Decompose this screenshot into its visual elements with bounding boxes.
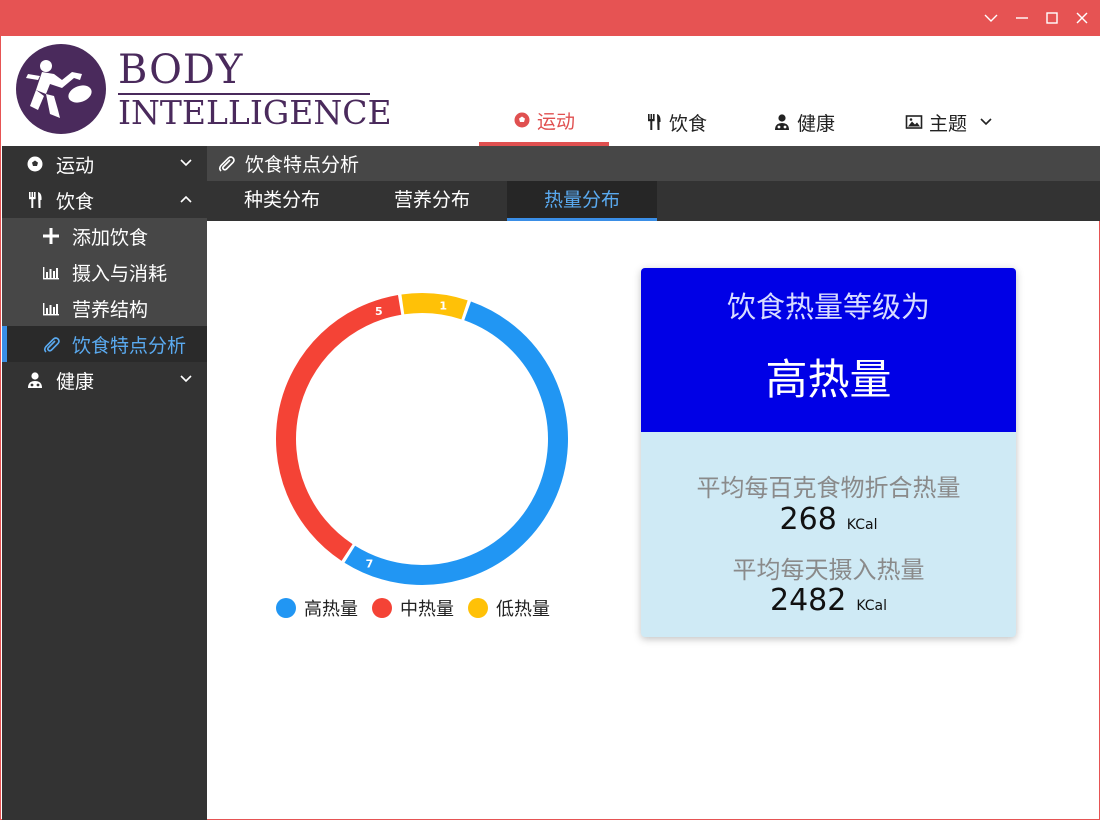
legend-dot <box>372 598 392 618</box>
app-header: BODY INTELLIGENCE 运动 饮食 健康 主题 <box>1 36 1100 146</box>
tab-bar: 种类分布 营养分布 热量分布 <box>207 181 1100 221</box>
sidebar-item-label: 摄入与消耗 <box>72 263 168 285</box>
logo-icon <box>16 44 106 134</box>
sidebar-item-sport[interactable]: 运动 <box>2 146 207 182</box>
paperclip-icon <box>218 156 235 172</box>
donut-slice-value-label: 5 <box>375 305 383 318</box>
topnav-diet-label: 饮食 <box>668 112 707 135</box>
logo-text-intelligence: INTELLIGENCE <box>118 93 392 132</box>
chart-legend: 高热量 中热量 低热量 <box>276 595 564 621</box>
donut-slice-value-label: 7 <box>366 557 374 570</box>
sidebar-item-add-diet[interactable]: 添加饮食 <box>2 218 207 254</box>
avg-daily-label: 平均每天摄入热量 <box>732 556 925 584</box>
legend-item-low[interactable]: 低热量 <box>468 595 550 621</box>
image-icon <box>905 115 923 129</box>
donut-chart: 7 5 1 <box>207 221 627 641</box>
soccer-ball-icon <box>514 112 530 128</box>
avg-per-100g-unit: KCal <box>846 517 878 533</box>
topnav-health-label: 健康 <box>796 112 835 135</box>
donut-slice-value-label: 1 <box>439 300 447 313</box>
chevron-down-icon[interactable] <box>982 9 1000 27</box>
sidebar-item-label: 运动 <box>56 155 95 177</box>
paperclip-icon <box>43 337 60 353</box>
topnav-sport-label: 运动 <box>536 110 575 133</box>
calorie-level-panel: 饮食热量等级为 高热量 <box>641 268 1016 432</box>
tab-category[interactable]: 种类分布 <box>207 181 357 221</box>
donut-slice[interactable] <box>276 294 402 561</box>
tab-nutrition[interactable]: 营养分布 <box>357 181 507 221</box>
legend-label: 中热量 <box>400 599 454 620</box>
sidebar-item-label: 营养结构 <box>72 299 149 321</box>
bar-chart-icon <box>43 303 59 316</box>
minimize-icon[interactable] <box>1013 9 1031 27</box>
maximize-icon[interactable] <box>1043 9 1061 27</box>
topnav-theme-label: 主题 <box>928 112 967 135</box>
calorie-stats-panel: 平均每百克食物折合热量 268 KCal 平均每天摄入热量 2482 KCal <box>641 432 1016 637</box>
sidebar-item-label: 健康 <box>56 371 95 393</box>
sidebar-item-diet[interactable]: 饮食 <box>2 182 207 218</box>
utensils-icon <box>29 192 42 208</box>
sidebar-item-features[interactable]: 饮食特点分析 <box>2 326 207 362</box>
topnav-sport[interactable]: 运动 <box>479 98 609 146</box>
content-header: 饮食特点分析 <box>207 146 1100 181</box>
tab-calorie[interactable]: 热量分布 <box>507 181 657 221</box>
donut-chart-svg: 7 5 1 <box>276 293 568 585</box>
topnav-diet[interactable]: 饮食 <box>621 98 731 146</box>
calorie-level-value: 高热量 <box>765 355 892 404</box>
calorie-level-label: 饮食热量等级为 <box>726 290 930 324</box>
donut-slice[interactable] <box>401 293 468 320</box>
calorie-card: 饮食热量等级为 高热量 平均每百克食物折合热量 268 KCal 平均每天摄入热量… <box>641 268 1016 637</box>
topnav-theme[interactable]: 主题 <box>889 98 1009 146</box>
legend-label: 低热量 <box>496 599 550 620</box>
avg-per-100g-value: 268 KCal <box>641 502 1016 537</box>
legend-label: 高热量 <box>304 599 358 620</box>
sidebar-item-health[interactable]: 健康 <box>2 362 207 398</box>
avg-per-100g-label: 平均每百克食物折合热量 <box>696 474 961 502</box>
chevron-down-icon <box>980 118 992 126</box>
chevron-down-icon <box>180 375 192 383</box>
logo-text-body: BODY <box>118 47 244 93</box>
doctor-icon <box>28 372 42 388</box>
legend-dot <box>276 598 296 618</box>
sidebar-item-label: 添加饮食 <box>72 227 149 249</box>
title-bar[interactable] <box>1 1 1100 36</box>
doctor-icon <box>774 114 789 130</box>
plus-icon <box>43 228 59 244</box>
chevron-up-icon <box>180 195 192 203</box>
avg-daily-value: 2482 KCal <box>641 583 1016 618</box>
soccer-ball-icon <box>27 156 43 172</box>
avg-daily-unit: KCal <box>856 598 888 614</box>
sidebar-item-intake[interactable]: 摄入与消耗 <box>2 254 207 290</box>
donut-slice[interactable] <box>344 301 568 585</box>
app-window: BODY INTELLIGENCE 运动 饮食 健康 主题 运动 饮食 添加饮食… <box>0 0 1100 820</box>
sidebar-item-label: 饮食特点分析 <box>72 335 187 357</box>
sidebar-item-nutrition[interactable]: 营养结构 <box>2 290 207 326</box>
bar-chart-icon <box>43 267 59 280</box>
chevron-down-icon <box>180 159 192 167</box>
sidebar: 运动 饮食 添加饮食 摄入与消耗 营养结构 饮食特点分析 健康 <box>2 146 207 820</box>
utensils-icon <box>647 114 661 130</box>
legend-dot <box>468 598 488 618</box>
legend-item-mid[interactable]: 中热量 <box>372 595 454 621</box>
topnav-health[interactable]: 健康 <box>749 98 859 146</box>
page-title: 饮食特点分析 <box>245 154 360 176</box>
close-icon[interactable] <box>1073 9 1091 27</box>
avg-per-100g-number: 268 <box>779 502 837 537</box>
sidebar-item-label: 饮食 <box>56 191 95 213</box>
avg-daily-number: 2482 <box>769 583 847 618</box>
legend-item-high[interactable]: 高热量 <box>276 595 358 621</box>
